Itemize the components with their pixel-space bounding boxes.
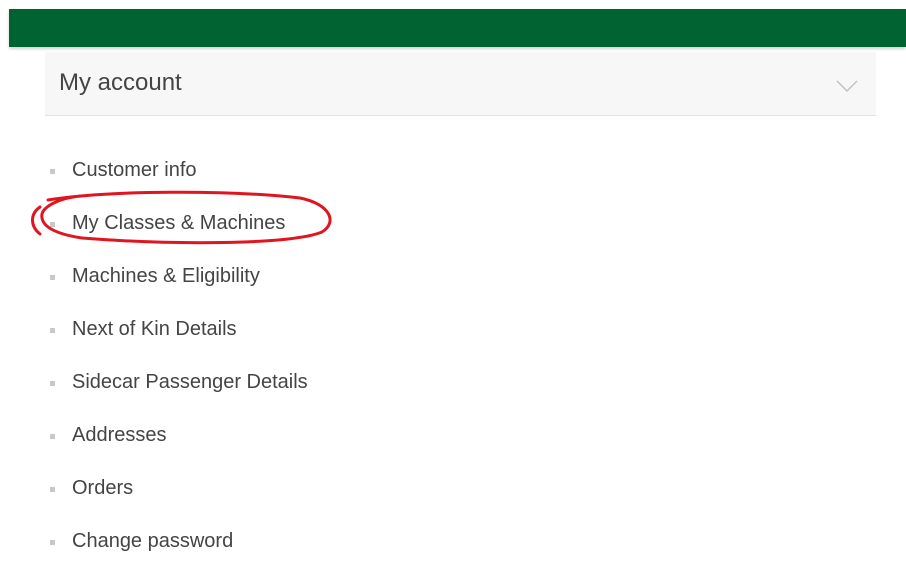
menu-item-label[interactable]: Customer info xyxy=(72,159,197,182)
bullet-icon xyxy=(50,540,55,545)
menu-item-label[interactable]: Machines & Eligibility xyxy=(72,265,260,288)
bullet-icon xyxy=(50,434,55,439)
menu-item-orders[interactable]: Orders xyxy=(50,462,308,515)
chevron-down-icon[interactable] xyxy=(834,73,860,99)
page: My account Customer info My Classes & Ma… xyxy=(0,0,906,573)
bullet-icon xyxy=(50,381,55,386)
menu-item-machines-eligibility[interactable]: Machines & Eligibility xyxy=(50,250,308,303)
menu-item-label[interactable]: Next of Kin Details xyxy=(72,318,237,341)
bullet-icon xyxy=(50,169,55,174)
menu-item-my-classes-machines[interactable]: My Classes & Machines xyxy=(50,197,308,250)
menu-item-label[interactable]: Orders xyxy=(72,477,133,500)
menu-item-change-password[interactable]: Change password xyxy=(50,515,308,568)
top-navigation-bar xyxy=(9,9,906,47)
bullet-icon xyxy=(50,487,55,492)
menu-item-label[interactable]: Change password xyxy=(72,530,233,553)
my-account-accordion-header[interactable]: My account xyxy=(45,52,876,116)
menu-item-customer-info[interactable]: Customer info xyxy=(50,144,308,197)
account-menu: Customer info My Classes & Machines Mach… xyxy=(50,144,308,568)
account-title: My account xyxy=(59,68,182,96)
menu-item-addresses[interactable]: Addresses xyxy=(50,409,308,462)
menu-item-label[interactable]: Addresses xyxy=(72,424,167,447)
bullet-icon xyxy=(50,328,55,333)
bullet-icon xyxy=(50,222,55,227)
menu-item-label[interactable]: Sidecar Passenger Details xyxy=(72,371,308,394)
menu-item-label[interactable]: My Classes & Machines xyxy=(72,212,285,235)
menu-item-sidecar-passenger[interactable]: Sidecar Passenger Details xyxy=(50,356,308,409)
bullet-icon xyxy=(50,275,55,280)
menu-item-next-of-kin[interactable]: Next of Kin Details xyxy=(50,303,308,356)
